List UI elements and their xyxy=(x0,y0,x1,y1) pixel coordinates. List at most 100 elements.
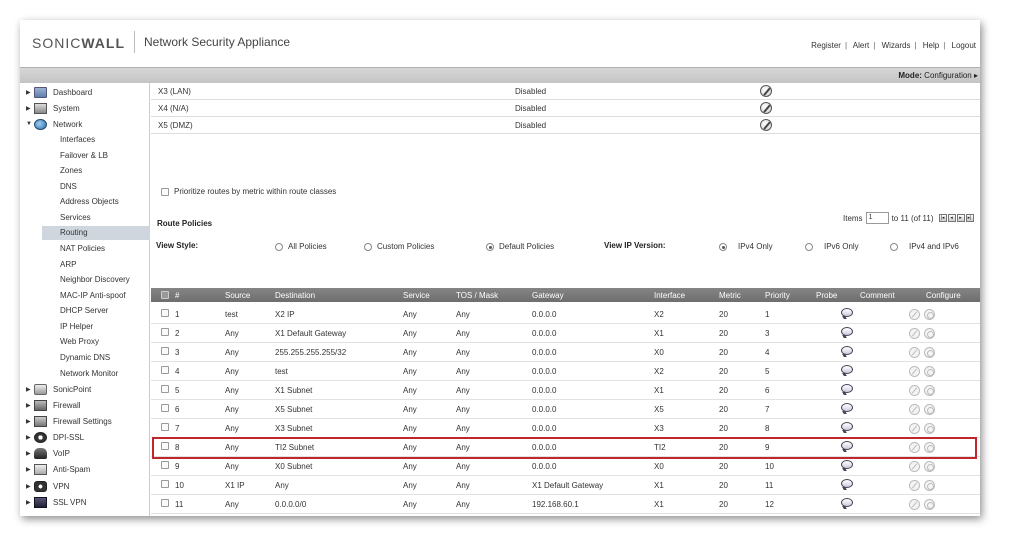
row-checkbox[interactable] xyxy=(161,347,169,355)
radio-ipv6-only[interactable]: IPv6 Only xyxy=(805,242,859,251)
table-row[interactable]: 10 X1 IP Any Any Any X1 Default Gateway X1 20 11 xyxy=(151,476,980,495)
expand-arrow-icon[interactable]: ▶ xyxy=(26,499,34,506)
expand-arrow-icon[interactable]: ▶ xyxy=(26,450,34,457)
sidebar-item-anti-spam[interactable]: ▶ Anti-Spam xyxy=(26,462,90,476)
comment-bubble-icon[interactable] xyxy=(841,384,853,393)
sidebar-item-dpi-ssl[interactable]: ▶ DPI-SSL xyxy=(26,430,84,444)
comment-bubble-icon[interactable] xyxy=(841,365,853,374)
sidebar-item-routing[interactable]: Routing xyxy=(42,226,150,240)
table-row[interactable]: 7 Any X3 Subnet Any Any 0.0.0.0 X3 20 8 xyxy=(151,419,980,438)
comment-bubble-icon[interactable] xyxy=(841,479,853,488)
sidebar-item-dynamic-dns[interactable]: Dynamic DNS xyxy=(60,351,110,365)
sidebar-item-address-objects[interactable]: Address Objects xyxy=(60,195,119,209)
wizards-link[interactable]: Wizards xyxy=(882,41,911,50)
expand-arrow-icon[interactable]: ▶ xyxy=(26,466,34,473)
sidebar-item-interfaces[interactable]: Interfaces xyxy=(60,133,95,147)
radio-ipv4-and-ipv6[interactable]: IPv4 and IPv6 xyxy=(890,242,959,251)
sidebar-item-system[interactable]: ▶ System xyxy=(26,101,80,115)
sidebar-item-dns[interactable]: DNS xyxy=(60,180,77,194)
help-link[interactable]: Help xyxy=(923,41,939,50)
sidebar-item-firewall-settings[interactable]: ▶ Firewall Settings xyxy=(26,414,112,428)
expand-arrow-icon[interactable]: ▶ xyxy=(26,483,34,490)
sidebar-item-ip-helper[interactable]: IP Helper xyxy=(60,320,93,334)
items-start-input[interactable]: 1 xyxy=(865,212,889,224)
select-all-checkbox[interactable] xyxy=(161,291,169,299)
table-row[interactable]: 3 Any 255.255.255.255/32 Any Any 0.0.0.0 X0 20 4 xyxy=(151,343,980,362)
table-row[interactable]: 8 Any TI2 Subnet Any Any 0.0.0.0 TI2 20 9 xyxy=(151,438,980,457)
sidebar-item-network[interactable]: ▼ Network xyxy=(26,117,82,131)
table-cell: 4 xyxy=(175,367,180,376)
comment-bubble-icon[interactable] xyxy=(841,441,853,450)
comment-bubble-icon[interactable] xyxy=(841,308,853,317)
sidebar-item-dhcp-server[interactable]: DHCP Server xyxy=(60,304,108,318)
edit-pencil-icon[interactable] xyxy=(760,85,772,97)
row-checkbox[interactable] xyxy=(161,461,169,469)
expand-arrow-icon[interactable]: ▶ xyxy=(26,434,34,441)
last-page-icon[interactable]: ▸| xyxy=(965,214,974,222)
expand-arrow-icon[interactable]: ▶ xyxy=(26,418,34,425)
collapse-arrow-icon[interactable]: ▼ xyxy=(26,121,34,127)
expand-arrow-icon[interactable]: ▶ xyxy=(26,89,34,96)
table-row[interactable]: 1 test X2 IP Any Any 0.0.0.0 X2 20 1 xyxy=(151,305,980,324)
expand-arrow-icon[interactable]: ▶ xyxy=(26,105,34,112)
mode-indicator[interactable]: Mode: Configuration ▸ xyxy=(898,71,978,80)
row-checkbox[interactable] xyxy=(161,328,169,336)
row-checkbox[interactable] xyxy=(161,480,169,488)
sidebar-item-dashboard[interactable]: ▶ Dashboard xyxy=(26,85,92,99)
table-cell: 0.0.0.0 xyxy=(532,386,557,395)
radio-all-policies[interactable]: All Policies xyxy=(275,242,327,251)
table-row[interactable]: 9 Any X0 Subnet Any Any 0.0.0.0 X0 20 10 xyxy=(151,457,980,476)
table-row[interactable]: 4 Any test Any Any 0.0.0.0 X2 20 5 xyxy=(151,362,980,381)
edit-pencil-icon[interactable] xyxy=(760,119,772,131)
comment-bubble-icon[interactable] xyxy=(841,346,853,355)
first-page-icon[interactable]: |◂ xyxy=(938,214,947,222)
table-cell: X5 Subnet xyxy=(275,405,313,414)
radio-default-policies[interactable]: Default Policies xyxy=(486,242,554,251)
sidebar-item-nat-policies[interactable]: NAT Policies xyxy=(60,242,105,256)
delete-disabled-icon xyxy=(924,385,935,396)
table-cell: 4 xyxy=(765,348,770,357)
edit-disabled-icon xyxy=(909,480,920,491)
row-checkbox[interactable] xyxy=(161,385,169,393)
table-row[interactable]: 6 Any X5 Subnet Any Any 0.0.0.0 X5 20 7 xyxy=(151,400,980,419)
next-page-icon[interactable]: ▸ xyxy=(956,214,965,222)
sidebar-item-sonicpoint[interactable]: ▶ SonicPoint xyxy=(26,382,91,396)
table-cell: X2 xyxy=(654,310,664,319)
comment-bubble-icon[interactable] xyxy=(841,327,853,336)
register-link[interactable]: Register xyxy=(811,41,841,50)
alert-link[interactable]: Alert xyxy=(853,41,869,50)
radio-ipv4-only[interactable]: IPv4 Only xyxy=(719,242,773,251)
sidebar-item-zones[interactable]: Zones xyxy=(60,164,82,178)
sidebar-item-ssl-vpn[interactable]: ▶ SSL VPN xyxy=(26,495,87,509)
table-row[interactable]: 2 Any X1 Default Gateway Any Any 0.0.0.0 X1 20 3 xyxy=(151,324,980,343)
expand-arrow-icon[interactable]: ▶ xyxy=(26,402,34,409)
prev-page-icon[interactable]: ◂ xyxy=(947,214,956,222)
comment-bubble-icon[interactable] xyxy=(841,460,853,469)
sidebar-item-web-proxy[interactable]: Web Proxy xyxy=(60,335,99,349)
logout-link[interactable]: Logout xyxy=(952,41,976,50)
sidebar-item-services[interactable]: Services xyxy=(60,211,91,225)
sidebar-item-neighbor-discovery[interactable]: Neighbor Discovery xyxy=(60,273,130,287)
edit-pencil-icon[interactable] xyxy=(760,102,772,114)
sidebar-item-voip[interactable]: ▶ VoIP xyxy=(26,446,70,460)
row-checkbox[interactable] xyxy=(161,442,169,450)
row-checkbox[interactable] xyxy=(161,404,169,412)
radio-custom-policies[interactable]: Custom Policies xyxy=(364,242,434,251)
table-row[interactable]: 5 Any X1 Subnet Any Any 0.0.0.0 X1 20 6 xyxy=(151,381,980,400)
sidebar-item-network-monitor[interactable]: Network Monitor xyxy=(60,367,118,381)
sidebar-item-vpn[interactable]: ▶ VPN xyxy=(26,479,69,493)
row-checkbox[interactable] xyxy=(161,309,169,317)
comment-bubble-icon[interactable] xyxy=(841,422,853,431)
comment-bubble-icon[interactable] xyxy=(841,403,853,412)
prioritize-routes-checkbox[interactable] xyxy=(161,187,169,196)
comment-bubble-icon[interactable] xyxy=(841,498,853,507)
row-checkbox[interactable] xyxy=(161,499,169,507)
row-checkbox[interactable] xyxy=(161,366,169,374)
sidebar-item-failover-lb[interactable]: Failover & LB xyxy=(60,149,108,163)
sidebar-item-mac-ip-anti-spoof[interactable]: MAC-IP Anti-spoof xyxy=(60,289,126,303)
sidebar-item-firewall[interactable]: ▶ Firewall xyxy=(26,398,81,412)
table-row[interactable]: 11 Any 0.0.0.0/0 Any Any 192.168.60.1 X1 20 12 xyxy=(151,495,980,514)
sidebar-item-arp[interactable]: ARP xyxy=(60,258,76,272)
row-checkbox[interactable] xyxy=(161,423,169,431)
expand-arrow-icon[interactable]: ▶ xyxy=(26,386,34,393)
